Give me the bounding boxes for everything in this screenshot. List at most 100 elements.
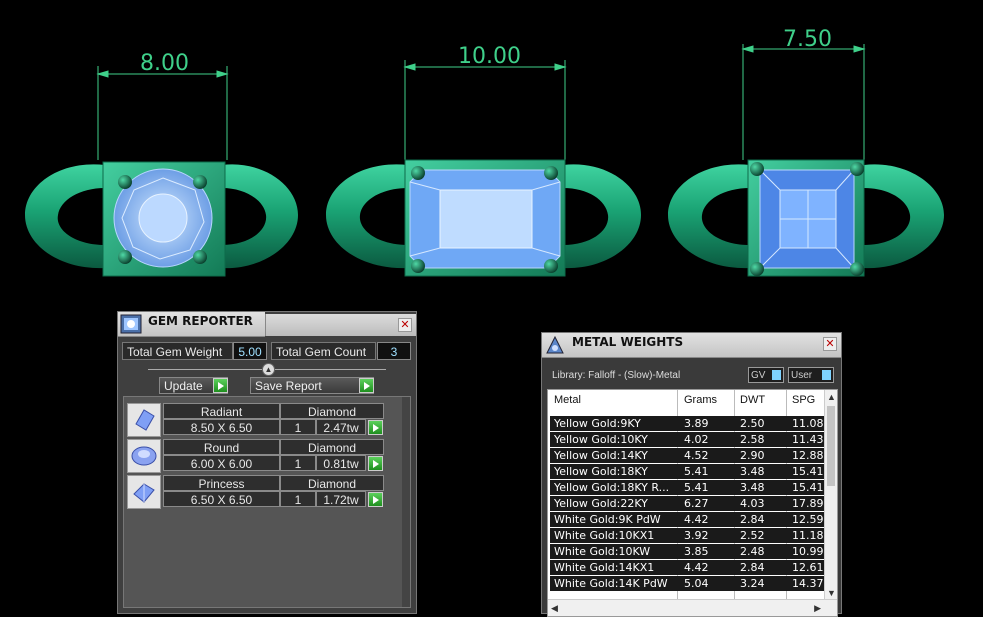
gem-list-item[interactable]: Round Diamond 6.00 X 6.00 1 0.81tw — [127, 439, 389, 473]
gem-list-scrollbar[interactable] — [402, 397, 410, 607]
table-row[interactable]: Yellow Gold:18KY 5.41 3.48 15.41 — [550, 464, 825, 479]
gem-reporter-titlebar-extension[interactable]: ✕ — [265, 314, 416, 336]
user-toggle[interactable]: User — [788, 367, 834, 383]
princess-gem-icon — [127, 475, 161, 509]
spg-cell: 12.59 — [792, 513, 824, 526]
gem-list-item[interactable]: Radiant Diamond 8.50 X 6.50 1 2.47tw — [127, 403, 389, 437]
spg-cell: 12.61 — [792, 561, 824, 574]
gem-material: Diamond — [280, 475, 384, 491]
grams-cell: 5.41 — [684, 465, 709, 478]
gem-weight: 0.81tw — [316, 455, 366, 471]
dwt-cell: 2.52 — [740, 529, 765, 542]
chain-link-radiant[interactable] — [326, 159, 641, 277]
dimension-label: 8.00 — [140, 51, 189, 76]
grams-cell: 5.04 — [684, 577, 709, 590]
metal-weights-titlebar[interactable]: METAL WEIGHTS ✕ — [542, 333, 841, 358]
gem-reporter-icon — [120, 314, 142, 334]
grams-cell: 3.92 — [684, 529, 709, 542]
dwt-cell: 3.24 — [740, 577, 765, 590]
grams-cell: 6.27 — [684, 497, 709, 510]
scroll-thumb[interactable] — [827, 406, 835, 486]
column-header-spg[interactable]: SPG — [792, 394, 815, 406]
grams-cell: 4.42 — [684, 561, 709, 574]
gem-shape: Princess — [163, 475, 280, 491]
gv-toggle-label: GV — [751, 370, 766, 381]
spg-cell: 17.89 — [792, 497, 824, 510]
dimension-annotation — [96, 66, 229, 160]
chain-link-round[interactable] — [25, 161, 298, 277]
table-horizontal-scrollbar[interactable]: ◀ ▶ — [548, 599, 837, 616]
table-row[interactable]: Yellow Gold:14KY 4.52 2.90 12.88 — [550, 448, 825, 463]
radiant-gem-icon — [127, 403, 161, 437]
table-row[interactable]: Yellow Gold:9KY 3.89 2.50 11.08 — [550, 416, 825, 431]
table-vertical-scrollbar[interactable]: ▲ ▼ — [824, 390, 837, 600]
metal-weights-title: METAL WEIGHTS — [572, 335, 684, 349]
gem-reporter-titlebar[interactable]: GEM REPORTER — [118, 312, 265, 337]
save-report-button[interactable]: Save Report — [250, 377, 374, 394]
table-row[interactable]: White Gold:10KX1 3.92 2.52 11.18 — [550, 528, 825, 543]
gem-list: Radiant Diamond 8.50 X 6.50 1 2.47tw Rou… — [123, 396, 411, 608]
gem-weight: 1.72tw — [316, 491, 366, 507]
3d-viewport[interactable]: 8.00 10.00 7.50 — [0, 0, 983, 305]
total-gem-count-value: 3 — [377, 342, 411, 360]
save-report-go-icon[interactable] — [359, 378, 374, 393]
dwt-cell: 3.48 — [740, 465, 765, 478]
chain-link-princess[interactable] — [668, 159, 944, 277]
spg-cell: 10.99 — [792, 545, 824, 558]
grams-cell: 3.85 — [684, 545, 709, 558]
gem-weight: 2.47tw — [316, 419, 366, 435]
table-row[interactable]: White Gold:14KX1 4.42 2.84 12.61 — [550, 560, 825, 575]
table-row[interactable]: Yellow Gold:18KY R... 5.41 3.48 15.41 — [550, 480, 825, 495]
metal-cell: Yellow Gold:18KY R... — [554, 481, 670, 494]
table-row[interactable]: White Gold:14K PdW 5.04 3.24 14.37 — [550, 576, 825, 591]
close-icon[interactable]: ✕ — [398, 318, 412, 332]
table-row[interactable]: Yellow Gold:22KY 6.27 4.03 17.89 — [550, 496, 825, 511]
user-toggle-label: User — [791, 370, 813, 381]
spg-cell: 11.18 — [792, 529, 824, 542]
gem-size: 8.50 X 6.50 — [163, 419, 280, 435]
spg-cell: 15.41 — [792, 465, 824, 478]
metal-cell: Yellow Gold:22KY — [554, 497, 648, 510]
grams-cell: 4.52 — [684, 449, 709, 462]
metal-cell: White Gold:10KW — [554, 545, 651, 558]
dimension-annotation — [741, 44, 866, 160]
column-header-metal[interactable]: Metal — [554, 394, 581, 406]
gem-count: 1 — [280, 455, 316, 471]
gem-go-icon[interactable] — [368, 420, 383, 435]
grams-cell: 4.02 — [684, 433, 709, 446]
gem-material: Diamond — [280, 439, 384, 455]
dwt-cell: 2.84 — [740, 561, 765, 574]
scroll-down-icon[interactable]: ▼ — [827, 588, 836, 598]
round-gem-icon — [127, 439, 161, 473]
table-row[interactable]: White Gold:10KW 3.85 2.48 10.99 — [550, 544, 825, 559]
column-header-dwt[interactable]: DWT — [740, 394, 765, 406]
metal-cell: Yellow Gold:14KY — [554, 449, 648, 462]
dwt-cell: 2.90 — [740, 449, 765, 462]
dwt-cell: 3.48 — [740, 481, 765, 494]
scroll-left-icon[interactable]: ◀ — [551, 603, 558, 614]
close-icon[interactable]: ✕ — [823, 337, 837, 351]
collapse-toggle-icon[interactable]: ▲ — [262, 363, 275, 376]
total-gem-weight-label: Total Gem Weight — [122, 342, 233, 360]
metal-cell: White Gold:14K PdW — [554, 577, 668, 590]
dwt-cell: 2.48 — [740, 545, 765, 558]
update-go-icon[interactable] — [213, 378, 228, 393]
scroll-right-icon[interactable]: ▶ — [814, 603, 821, 614]
metal-cell: Yellow Gold:10KY — [554, 433, 648, 446]
table-row[interactable]: White Gold:9K PdW 4.42 2.84 12.59 — [550, 512, 825, 527]
update-button-label: Update — [164, 379, 203, 393]
spg-cell: 12.88 — [792, 449, 824, 462]
gem-list-item[interactable]: Princess Diamond 6.50 X 6.50 1 1.72tw — [127, 475, 389, 509]
scroll-up-icon[interactable]: ▲ — [827, 392, 836, 402]
gem-go-icon[interactable] — [368, 492, 383, 507]
spg-cell: 14.37 — [792, 577, 824, 590]
column-header-grams[interactable]: Grams — [684, 394, 717, 406]
spg-cell: 15.41 — [792, 481, 824, 494]
table-row[interactable]: Yellow Gold:10KY 4.02 2.58 11.43 — [550, 432, 825, 447]
dimension-label: 10.00 — [458, 44, 521, 69]
gem-shape: Round — [163, 439, 280, 455]
gv-toggle[interactable]: GV — [748, 367, 784, 383]
gem-go-icon[interactable] — [368, 456, 383, 471]
gem-reporter-panel: GEM REPORTER ✕ Total Gem Weight 5.00 Tot… — [117, 311, 417, 614]
metal-cell: Yellow Gold:18KY — [554, 465, 648, 478]
